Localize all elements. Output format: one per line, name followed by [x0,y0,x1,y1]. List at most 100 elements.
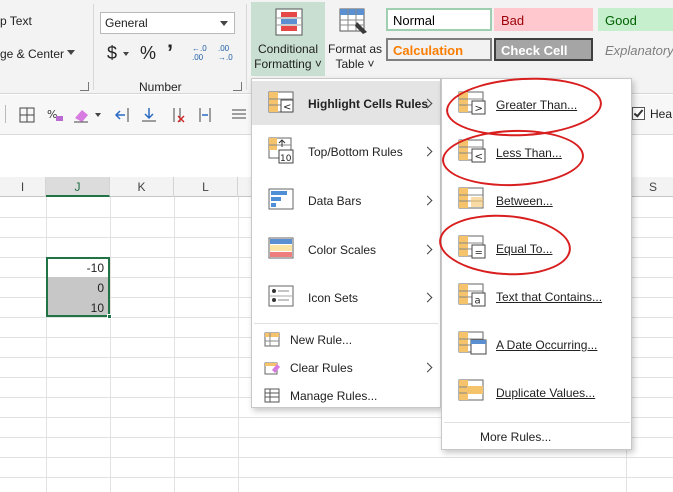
number-launcher-icon[interactable] [233,82,242,91]
grid-line [46,197,47,492]
grid-line [0,477,673,478]
column-header-j[interactable]: J [46,177,110,197]
currency-button[interactable]: $ [107,43,117,64]
eraser-dropdown-icon[interactable] [95,113,101,117]
menu-item-manage-rules[interactable]: Manage Rules... [252,384,440,408]
highlight-cells-icon: < [268,91,294,113]
selection-range[interactable]: -10 0 10 [46,257,112,319]
format-as-table-button[interactable]: Format as Table ˅ [327,2,383,76]
wrap-text-button[interactable]: p Text [0,14,32,28]
new-rule-icon [264,332,280,347]
chevron-right-icon [422,195,433,206]
alignment-launcher-icon[interactable] [80,82,89,91]
conditional-formatting-button[interactable]: Conditional Formatting ˅ [251,2,325,76]
decrease-decimal-button[interactable]: .00 →.0 [218,44,238,62]
merge-dropdown-icon[interactable] [67,50,75,55]
column-header-s[interactable]: S [626,177,673,197]
rule-icon: a [458,283,486,307]
svg-text:%: % [47,108,57,121]
cell-style-explanatory[interactable]: Explanatory [598,38,673,61]
format-as-table-label-2: Table ˅ [335,57,375,71]
toolbar-edge [0,105,6,123]
manage-rules-icon [264,388,280,403]
percent-button[interactable]: % [140,43,156,64]
conditional-formatting-icon [275,8,303,36]
menu-item-duplicate-values[interactable]: Duplicate Values... [442,369,631,415]
menu-item-icon-sets[interactable]: Icon Sets [252,275,440,319]
cell-j-value[interactable]: 10 [91,301,104,315]
currency-dropdown-icon[interactable] [123,52,129,56]
grid-line [110,197,111,492]
icon-sets-icon [268,285,294,307]
cell-styles-gallery: Normal Bad Good Calculation Check Cell Explan… [384,4,673,68]
grid-line [0,457,673,458]
conditional-formatting-menu: < Highlight Cells Rules 10 Top/Bottom Ru… [251,78,441,408]
column-header-i[interactable]: I [0,177,46,197]
conditional-formatting-label-2: Formatting ˅ [254,57,322,71]
cell-j-value[interactable]: -10 [87,261,104,275]
svg-text:<: < [283,102,291,113]
menu-label: Icon Sets [308,291,359,305]
menu-label: A Date Occurring... [496,338,598,352]
menu-label: Highlight Cells Rules [308,97,429,111]
menu-item-a-date-occurring[interactable]: A Date Occurring... [442,321,631,367]
clear-rules-icon [264,362,280,375]
menu-item-new-rule[interactable]: New Rule... [252,328,440,352]
cell-style-bad[interactable]: Bad [494,8,593,31]
group-separator [93,4,94,90]
menu-item-clear-rules[interactable]: Clear Rules [252,356,440,380]
merge-center-button[interactable]: ge & Center [0,47,64,61]
rule-icon [458,331,487,355]
menu-item-between[interactable]: Between... [442,177,631,223]
menu-item-color-scales[interactable]: Color Scales [252,227,440,271]
headers-checkbox[interactable] [632,107,645,120]
headers-label: Hea [650,107,673,121]
menu-label: Duplicate Values... [496,386,596,400]
menu-separator [254,323,438,324]
menu-item-more-rules[interactable]: More Rules... [442,425,631,449]
data-bars-icon [268,188,294,210]
chevron-right-icon [422,244,433,255]
color-scales-icon [268,237,294,259]
insert-cells-icon[interactable] [140,106,158,124]
number-format-value: General [105,16,148,30]
group-separator [246,4,247,90]
menu-label: Color Scales [308,243,377,257]
menu-item-text-that-contains[interactable]: a Text that Contains... [442,273,631,319]
number-group-label: Number [139,80,182,94]
delete-cells-icon[interactable] [168,106,186,124]
eraser-icon[interactable] [72,106,90,124]
cell-style-calculation[interactable]: Calculation [386,38,492,61]
menu-item-top-bottom-rules[interactable]: 10 Top/Bottom Rules [252,129,440,173]
rule-icon [458,187,484,209]
comma-style-button[interactable]: ’ [167,40,173,66]
menu-label: Top/Bottom Rules [308,145,403,159]
menu-label: New Rule... [290,333,353,347]
menu-label: Manage Rules... [290,389,378,403]
menu-label: Data Bars [308,194,362,208]
increase-decimal-button[interactable]: ←.0 .00 [192,44,212,62]
menu-item-highlight-cells-rules[interactable]: < Highlight Cells Rules [252,81,440,125]
align-icon[interactable] [230,106,248,124]
chevron-down-icon [220,21,228,26]
column-header-k[interactable]: K [110,177,174,197]
menu-separator [444,422,630,423]
checkmark-icon [633,107,644,118]
percent-style-icon[interactable]: % [46,106,64,124]
indent-left-icon[interactable] [114,106,132,124]
column-header-l[interactable]: L [174,177,238,197]
menu-label: Clear Rules [290,361,353,375]
format-as-table-icon [339,8,367,34]
cell-style-normal[interactable]: Normal [386,8,492,31]
cell-style-good[interactable]: Good [598,8,673,31]
chevron-right-icon [422,292,433,303]
format-as-table-label-1: Format as [327,42,382,56]
menu-item-data-bars[interactable]: Data Bars [252,178,440,222]
fill-handle[interactable] [107,314,112,319]
cell-style-check-cell[interactable]: Check Cell [494,38,593,61]
conditional-formatting-label-1: Conditional [257,42,319,56]
column-width-icon[interactable] [196,106,214,124]
cell-j-value[interactable]: 0 [97,281,104,295]
number-format-dropdown[interactable]: General [100,12,235,34]
borders-icon[interactable] [18,106,36,124]
